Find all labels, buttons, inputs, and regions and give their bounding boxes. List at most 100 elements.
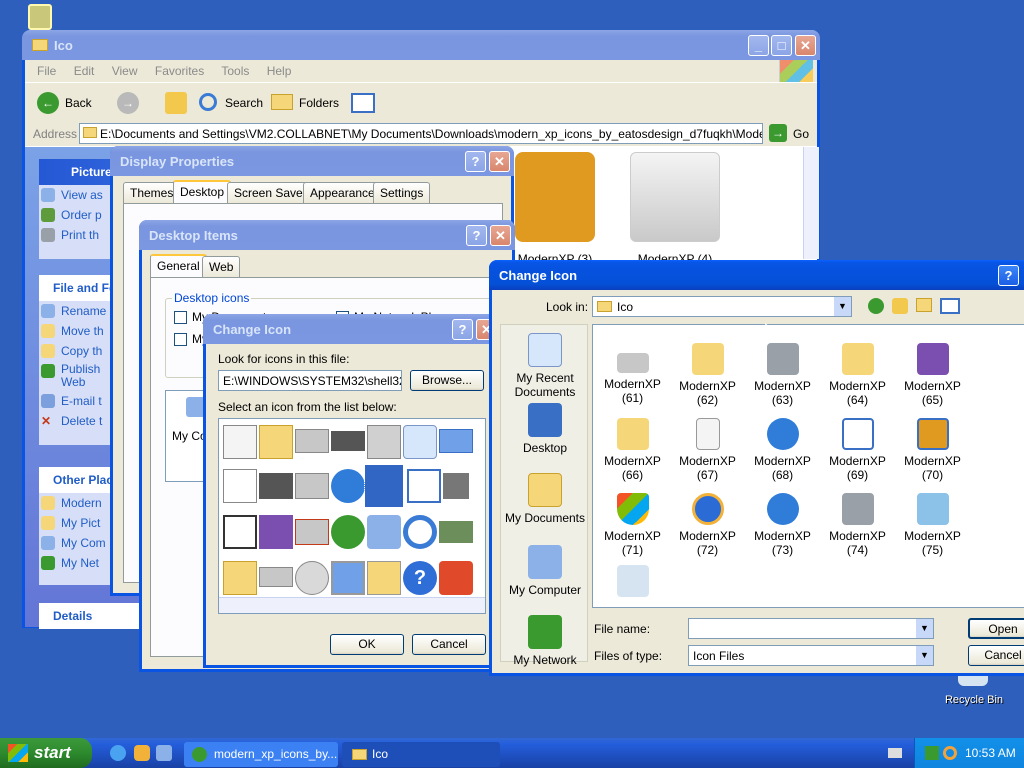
help-button[interactable]: ? (466, 225, 487, 246)
desktop-top-icon[interactable] (28, 4, 52, 30)
file-item-key[interactable]: ModernXP (3) (513, 152, 597, 270)
maximize-button[interactable]: □ (771, 35, 792, 56)
tab-desktop[interactable]: Desktop (173, 180, 232, 203)
views-icon[interactable] (351, 93, 375, 113)
place-my-computer[interactable]: My Computer (501, 545, 589, 597)
cancel-button[interactable]: Cancel (968, 645, 1024, 666)
file-item-69[interactable]: ModernXP (69) (820, 418, 895, 482)
browse-button[interactable]: Browse... (410, 370, 484, 391)
text-document-icon[interactable] (223, 469, 257, 503)
view-menu-icon[interactable] (940, 298, 960, 314)
menu-file[interactable]: File (37, 64, 56, 78)
file-item-61[interactable]: ModernXP (61) (595, 343, 670, 405)
forward-button[interactable]: → (117, 92, 139, 114)
address-input[interactable]: E:\Documents and Settings\VM2.COLLABNET\… (79, 123, 763, 144)
file-item-73[interactable]: ModernXP (73) (745, 493, 820, 557)
globe-icon[interactable] (331, 469, 365, 503)
internet-icon[interactable] (331, 515, 365, 549)
clock-icon[interactable] (403, 425, 437, 459)
tab-appearance[interactable]: Appearance (303, 182, 382, 203)
file-item-63[interactable]: ModernXP (63) (745, 343, 820, 407)
file-item-64[interactable]: ModernXP (64) (820, 343, 895, 407)
quick-launch-media-icon[interactable] (134, 745, 150, 761)
menu-edit[interactable]: Edit (74, 64, 95, 78)
tab-settings[interactable]: Settings (373, 182, 431, 203)
quick-launch-desktop-icon[interactable] (156, 745, 172, 761)
network-icon[interactable] (367, 515, 401, 549)
task-browser[interactable]: modern_xp_icons_by... (184, 742, 338, 767)
recycle-bin-label[interactable]: Recycle Bin (936, 694, 1012, 706)
icon-file-path-input[interactable]: E:\WINDOWS\SYSTEM32\shell32.dll (218, 370, 402, 391)
start-button[interactable]: start (0, 738, 92, 768)
search-tray-icon[interactable] (943, 746, 957, 760)
removable-drive-icon[interactable] (259, 567, 293, 587)
menu-help[interactable]: Help (267, 64, 292, 78)
window-icon[interactable] (439, 429, 473, 453)
file-name-input[interactable]: ▼ (688, 618, 934, 639)
help-button[interactable]: ? (452, 319, 473, 340)
help-button[interactable]: ? (465, 151, 486, 172)
up-folder-icon[interactable] (165, 92, 187, 114)
go-button[interactable]: → Go (769, 124, 813, 144)
tab-themes[interactable]: Themes (123, 182, 181, 203)
speaker-icon[interactable] (443, 473, 469, 499)
tab-general[interactable]: General (150, 254, 207, 277)
monitor-icon[interactable] (331, 561, 365, 595)
file-list[interactable]: ModernXP (61) ModernXP (62) ModernXP (63… (592, 324, 1024, 608)
search-icon[interactable] (403, 515, 437, 549)
change-icon-titlebar[interactable]: Change Icon ? ✕ (203, 314, 497, 344)
disconnected-drive-icon[interactable] (295, 519, 329, 545)
quick-launch-ie-icon[interactable] (110, 745, 126, 761)
publish-link[interactable]: Publish Web (39, 361, 109, 391)
display-properties-titlebar[interactable]: Display Properties ? ✕ (110, 146, 514, 176)
close-button[interactable]: ✕ (795, 35, 816, 56)
server-icon[interactable] (295, 473, 329, 499)
file-item-72[interactable]: ModernXP (72) (670, 493, 745, 557)
my-documents-checkbox[interactable] (174, 311, 187, 324)
control-panel-icon[interactable] (367, 561, 401, 595)
cancel-button[interactable]: Cancel (412, 634, 486, 655)
chip-icon[interactable] (331, 431, 365, 451)
file-item-printer[interactable]: ModernXP (4) (625, 152, 725, 270)
place-my-network[interactable]: My Network (501, 615, 589, 667)
network-tray-icon[interactable] (925, 746, 939, 760)
menu-tools[interactable]: Tools (221, 64, 249, 78)
change-icon-browse-titlebar[interactable]: Change Icon ? (489, 260, 1024, 290)
clock[interactable]: 10:53 AM (965, 746, 1016, 760)
search-button[interactable]: Search (199, 90, 269, 116)
cd-drive-icon[interactable] (295, 561, 329, 595)
open-button[interactable]: Open (968, 618, 1024, 639)
checklist-icon[interactable] (407, 469, 441, 503)
new-folder-icon[interactable] (916, 298, 932, 312)
place-recent-documents[interactable]: My Recent Documents (501, 333, 589, 399)
up-folder-icon[interactable] (892, 298, 908, 314)
place-desktop[interactable]: Desktop (501, 403, 589, 455)
computer-icon[interactable] (364, 464, 404, 508)
open-folder-icon[interactable] (223, 561, 257, 595)
folder-icon[interactable] (259, 425, 293, 459)
close-button[interactable]: ✕ (489, 151, 510, 172)
horizontal-scrollbar[interactable] (219, 597, 485, 613)
minimize-button[interactable]: _ (748, 35, 769, 56)
my-computer-checkbox[interactable] (174, 333, 187, 346)
menu-favorites[interactable]: Favorites (155, 64, 204, 78)
file-item-75[interactable]: ModernXP (75) (895, 493, 970, 557)
files-of-type-select[interactable]: Icon Files ▼ (688, 645, 934, 666)
file-item-66[interactable]: ModernXP (66) (595, 418, 670, 482)
program-window-icon[interactable] (223, 515, 257, 549)
tab-screen-saver[interactable]: Screen Saver (227, 182, 314, 203)
icon-list[interactable]: ? (218, 418, 486, 614)
tab-web[interactable]: Web (202, 256, 241, 277)
keyboard-icon[interactable] (888, 748, 902, 758)
file-item-62[interactable]: ModernXP (62) (670, 343, 745, 407)
back-button[interactable]: ← Back (37, 90, 109, 116)
help-button[interactable]: ? (998, 265, 1019, 286)
shutdown-icon[interactable] (439, 561, 473, 595)
file-item-65[interactable]: ModernXP (65) (895, 343, 970, 407)
file-item-70[interactable]: ModernXP (70) (895, 418, 970, 482)
explorer-titlebar[interactable]: Ico _ □ ✕ (22, 30, 820, 60)
look-in-select[interactable]: Ico ▼ (592, 296, 852, 317)
menu-view[interactable]: View (112, 64, 138, 78)
ok-button[interactable]: OK (330, 634, 404, 655)
file-item-68[interactable]: ModernXP (68) (745, 418, 820, 482)
